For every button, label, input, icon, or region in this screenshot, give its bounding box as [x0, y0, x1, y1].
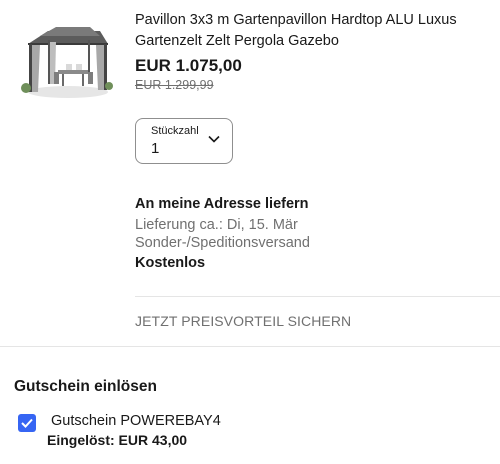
quantity-select[interactable]: Stückzahl 1	[135, 118, 233, 164]
checkmark-icon	[21, 418, 33, 428]
product-title[interactable]: Pavillon 3x3 m Gartenpavillon Hardtop AL…	[135, 10, 485, 52]
quantity-value: 1	[151, 140, 160, 157]
product-thumbnail[interactable]	[18, 14, 114, 104]
shipping-cost: Kostenlos	[135, 255, 206, 271]
quantity-label: Stückzahl	[151, 125, 199, 137]
price-advantage-link[interactable]: JETZT PREISVORTEIL SICHERN	[135, 313, 351, 329]
divider	[135, 296, 500, 297]
shipping-heading: An meine Adresse liefern	[135, 196, 309, 212]
chevron-down-icon	[208, 135, 220, 143]
coupon-code-label[interactable]: Gutschein POWEREBAY4	[51, 413, 221, 429]
shipping-method: Sonder-/Speditionsversand	[135, 235, 310, 251]
coupon-heading: Gutschein einlösen	[14, 378, 157, 395]
coupon-redeemed-amount: Eingelöst: EUR 43,00	[47, 432, 188, 448]
delivery-estimate: Lieferung ca.: Di, 15. Mär	[135, 217, 298, 233]
section-divider	[0, 346, 500, 347]
product-price: EUR 1.075,00	[135, 56, 242, 75]
coupon-checkbox[interactable]	[18, 414, 36, 432]
original-price: EUR 1.299,99	[135, 78, 214, 92]
checkout-item-panel: Pavillon 3x3 m Gartenpavillon Hardtop AL…	[0, 0, 500, 464]
